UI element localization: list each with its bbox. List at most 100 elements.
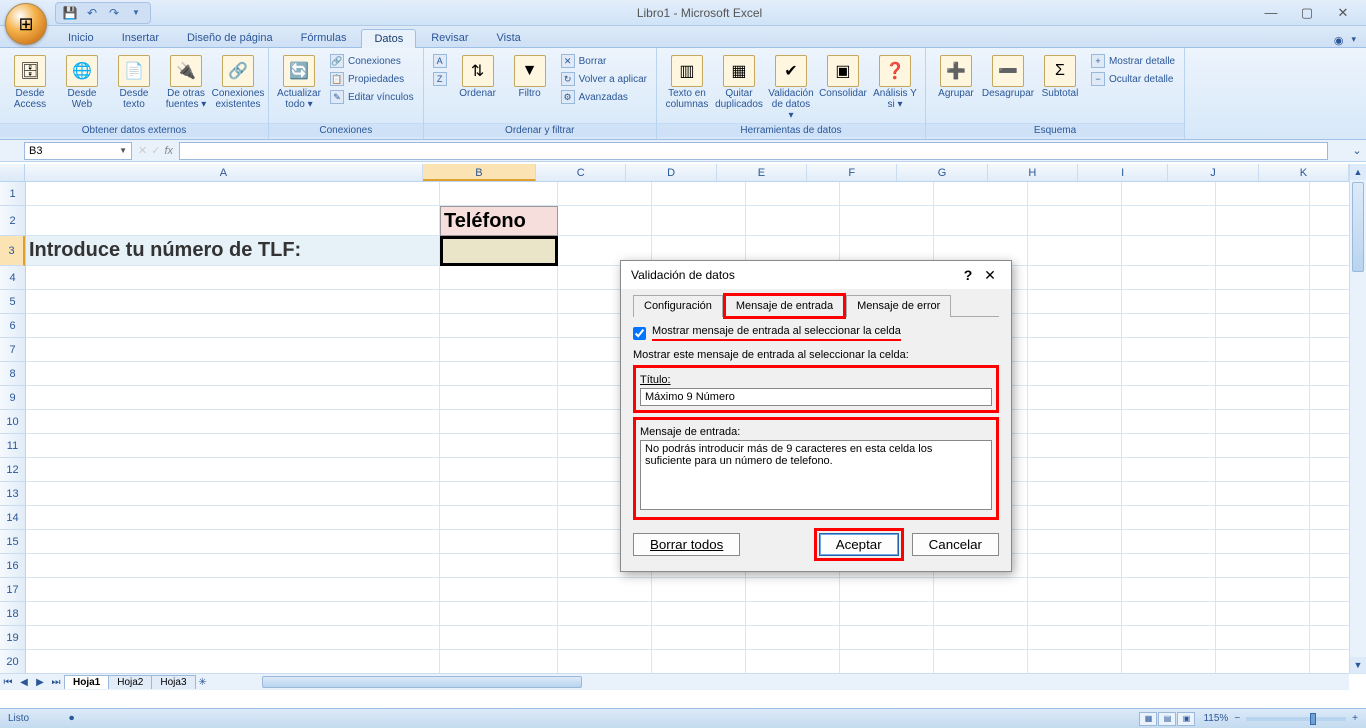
zoom-level[interactable]: 115% <box>1203 713 1228 724</box>
cell[interactable] <box>440 434 558 458</box>
cell[interactable] <box>840 650 934 674</box>
cell[interactable] <box>1028 602 1122 626</box>
cell[interactable] <box>26 338 440 362</box>
normal-view-icon[interactable]: ▦ <box>1139 712 1157 726</box>
cell[interactable] <box>558 650 652 674</box>
scrollbar-thumb[interactable] <box>262 676 582 688</box>
undo-icon[interactable]: ↶ <box>84 5 100 21</box>
row-header[interactable]: 1 <box>0 182 25 206</box>
cell[interactable] <box>1122 626 1216 650</box>
cell[interactable] <box>26 650 440 674</box>
cell[interactable] <box>1122 290 1216 314</box>
show-input-msg-checkbox[interactable]: Mostrar mensaje de entrada al selecciona… <box>633 325 999 341</box>
cell[interactable] <box>1216 506 1310 530</box>
cell[interactable] <box>840 578 934 602</box>
cell[interactable] <box>1216 314 1310 338</box>
column-header[interactable]: E <box>717 164 807 181</box>
vertical-scrollbar[interactable]: ▲ ▼ <box>1349 164 1366 673</box>
dialog-help-icon[interactable]: ? <box>957 267 979 283</box>
properties-button[interactable]: 📋Propiedades <box>327 71 417 87</box>
new-sheet-icon[interactable]: ✳ <box>195 677 211 688</box>
cell[interactable] <box>1028 578 1122 602</box>
sheet-tab-1[interactable]: Hoja1 <box>64 675 109 689</box>
cell[interactable] <box>746 626 840 650</box>
cell[interactable] <box>1028 482 1122 506</box>
row-header[interactable]: 8 <box>0 362 25 386</box>
tab-configuration[interactable]: Configuración <box>633 295 723 317</box>
cell[interactable] <box>440 578 558 602</box>
cell[interactable] <box>440 266 558 290</box>
consolidate-button[interactable]: ▣Consolidar <box>819 53 867 101</box>
cell[interactable] <box>558 206 652 236</box>
qat-customize-icon[interactable]: ▼ <box>128 5 144 21</box>
cell[interactable] <box>26 386 440 410</box>
show-input-msg-check[interactable] <box>633 327 646 340</box>
cell[interactable] <box>1028 506 1122 530</box>
clear-all-button[interactable]: Borrar todos <box>633 533 740 556</box>
cell[interactable] <box>1122 458 1216 482</box>
row-header[interactable]: 7 <box>0 338 25 362</box>
cell[interactable] <box>1122 182 1216 206</box>
cell[interactable] <box>1028 434 1122 458</box>
cell[interactable] <box>934 206 1028 236</box>
existing-connections-button[interactable]: 🔗Conexiones existentes <box>214 53 262 112</box>
cell[interactable] <box>558 578 652 602</box>
row-header[interactable]: 18 <box>0 602 25 626</box>
cell[interactable] <box>1216 626 1310 650</box>
cell[interactable] <box>652 206 746 236</box>
row-header[interactable]: 10 <box>0 410 25 434</box>
save-icon[interactable]: 💾 <box>62 5 78 21</box>
cell[interactable] <box>1028 182 1122 206</box>
tab-home[interactable]: Inicio <box>55 28 107 47</box>
cell[interactable] <box>746 650 840 674</box>
row-header[interactable]: 11 <box>0 434 25 458</box>
refresh-all-button[interactable]: 🔄Actualizar todo ▾ <box>275 53 323 112</box>
office-button[interactable]: ⊞ <box>5 3 47 45</box>
cell[interactable] <box>1122 314 1216 338</box>
whatif-button[interactable]: ❓Análisis Y si ▾ <box>871 53 919 112</box>
tab-error-message[interactable]: Mensaje de error <box>846 295 951 317</box>
cell[interactable] <box>1216 386 1310 410</box>
group-button[interactable]: ➕Agrupar <box>932 53 980 101</box>
cell[interactable] <box>1216 578 1310 602</box>
accept-button[interactable]: Aceptar <box>819 533 899 556</box>
zoom-out-icon[interactable]: − <box>1234 713 1240 724</box>
column-header[interactable]: H <box>988 164 1078 181</box>
cell[interactable] <box>440 182 558 206</box>
column-header[interactable]: K <box>1259 164 1349 181</box>
cell[interactable] <box>652 182 746 206</box>
cell[interactable] <box>440 482 558 506</box>
cell[interactable] <box>1028 410 1122 434</box>
zoom-in-icon[interactable]: + <box>1352 713 1358 724</box>
sort-az-button[interactable]: A <box>430 53 450 69</box>
cell-B2[interactable]: Teléfono <box>440 206 558 236</box>
cell[interactable] <box>1122 362 1216 386</box>
macro-record-icon[interactable]: ⏺ <box>69 713 74 724</box>
column-header[interactable]: D <box>626 164 716 181</box>
cell[interactable] <box>840 182 934 206</box>
close-button[interactable]: ✕ <box>1330 5 1356 21</box>
tab-page-layout[interactable]: Diseño de página <box>174 28 286 47</box>
cell[interactable] <box>1028 554 1122 578</box>
data-validation-button[interactable]: ✔Validación de datos ▾ <box>767 53 815 123</box>
cell[interactable] <box>1122 236 1216 266</box>
cell[interactable] <box>1122 530 1216 554</box>
sheet-tab-3[interactable]: Hoja3 <box>151 675 195 689</box>
cell[interactable] <box>440 314 558 338</box>
column-header[interactable]: B <box>423 164 536 181</box>
cell[interactable] <box>1122 506 1216 530</box>
cell[interactable] <box>1216 458 1310 482</box>
cell[interactable] <box>1028 290 1122 314</box>
cell[interactable] <box>1122 482 1216 506</box>
filter-button[interactable]: ▼Filtro <box>506 53 554 101</box>
cell[interactable] <box>1122 650 1216 674</box>
cell[interactable] <box>1028 314 1122 338</box>
cell[interactable] <box>840 626 934 650</box>
advanced-button[interactable]: ⚙Avanzadas <box>558 89 650 105</box>
cell[interactable] <box>440 602 558 626</box>
scrollbar-thumb[interactable] <box>1352 182 1364 272</box>
row-header[interactable]: 12 <box>0 458 25 482</box>
cell[interactable] <box>1216 482 1310 506</box>
cancel-formula-icon[interactable]: ✕ <box>138 144 147 157</box>
cell[interactable] <box>1028 338 1122 362</box>
